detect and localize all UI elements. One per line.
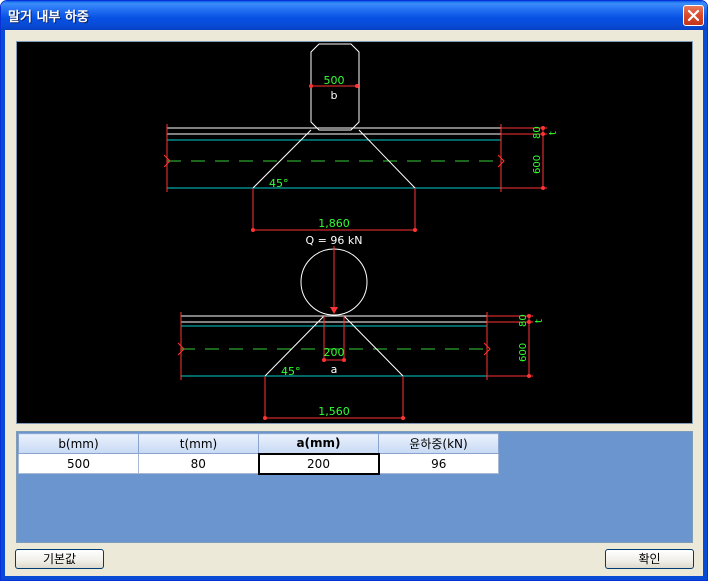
grid-value-row: 500 80 200 96 bbox=[18, 452, 499, 475]
input-grid: b(mm) t(mm) a(mm) 윤하중(kN) 500 80 200 96 bbox=[18, 433, 499, 475]
grid-header-row: b(mm) t(mm) a(mm) 윤하중(kN) bbox=[18, 433, 499, 454]
header-b[interactable]: b(mm) bbox=[18, 433, 139, 454]
top-diagram: 500 b 45° 1,860 80 t 600 bbox=[163, 43, 559, 232]
window-frame-bottom bbox=[1, 576, 707, 580]
column-octagon bbox=[310, 43, 360, 131]
bottom-spread-value: 1,560 bbox=[318, 405, 350, 418]
default-button[interactable]: 기본값 bbox=[15, 549, 104, 569]
bottom-thickness-symbol: t bbox=[534, 319, 545, 323]
close-button[interactable] bbox=[683, 5, 704, 26]
header-wheel-load[interactable]: 윤하중(kN) bbox=[378, 433, 499, 454]
bottom-diagram: Q = 96 kN 45° 200 a 1,560 80 t 600 bbox=[177, 234, 545, 420]
top-width-value: 500 bbox=[324, 74, 345, 87]
drawing-canvas: 500 b 45° 1,860 80 t 600 Q = 96 kN 45° 2… bbox=[16, 41, 693, 424]
window-title: 말거 내부 하중 bbox=[8, 10, 89, 25]
window-frame-right bbox=[703, 30, 707, 578]
window-frame-left bbox=[1, 30, 5, 578]
load-diagram: 500 b 45° 1,860 80 t 600 Q = 96 kN 45° 2… bbox=[163, 43, 559, 420]
input-grid-panel: b(mm) t(mm) a(mm) 윤하중(kN) 500 80 200 96 bbox=[16, 431, 693, 543]
top-width-symbol: b bbox=[331, 89, 338, 102]
bottom-thickness-value: 80 bbox=[518, 314, 529, 327]
bottom-angle-label: 45° bbox=[281, 365, 301, 378]
header-a[interactable]: a(mm) bbox=[258, 433, 379, 454]
cell-t[interactable]: 80 bbox=[138, 453, 259, 474]
bottom-width-value: 200 bbox=[324, 346, 345, 359]
header-t[interactable]: t(mm) bbox=[138, 433, 259, 454]
top-thickness-symbol: t bbox=[548, 131, 559, 135]
cell-b[interactable]: 500 bbox=[18, 453, 139, 474]
top-spread-value: 1,860 bbox=[318, 217, 350, 230]
cell-a[interactable]: 200 bbox=[257, 452, 380, 475]
close-icon bbox=[687, 9, 700, 22]
dialog-window: 말거 내부 하중 500 b 45° 1,860 80 t 600 Q = 96… bbox=[0, 0, 708, 581]
bottom-width-symbol: a bbox=[331, 363, 338, 376]
bottom-depth-value: 600 bbox=[518, 343, 529, 362]
top-depth-value: 600 bbox=[532, 155, 543, 174]
top-angle-label: 45° bbox=[269, 177, 289, 190]
cell-wheel-load[interactable]: 96 bbox=[378, 453, 499, 474]
title-bar[interactable]: 말거 내부 하중 bbox=[1, 1, 707, 30]
top-thickness-value: 80 bbox=[532, 126, 543, 139]
bottom-load-label: Q = 96 kN bbox=[306, 234, 363, 247]
ok-button[interactable]: 확인 bbox=[605, 549, 694, 569]
